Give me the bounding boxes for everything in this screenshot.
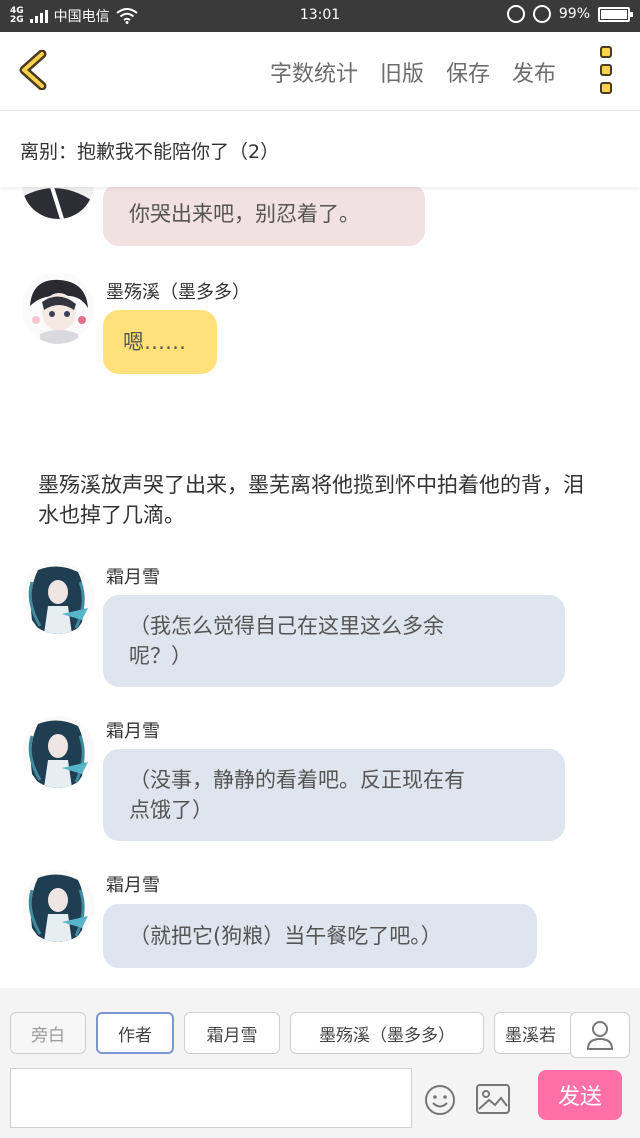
avatar[interactable]	[22, 187, 94, 219]
message-input[interactable]	[10, 1068, 412, 1128]
role-chip-moshangxi[interactable]: 墨殇溪（墨多多）	[290, 1012, 484, 1054]
role-selector: 旁白 作者 霜月雪 墨殇溪（墨多多） 墨溪若	[10, 1012, 574, 1054]
sender-name: 墨殇溪（墨多多）	[106, 282, 250, 303]
chat-area[interactable]: 你哭出来吧，别忍着了。 墨殇溪（墨多多） 嗯…… 墨殇溪放声哭了出来，墨芜离将他…	[0, 187, 640, 987]
user-icon	[586, 1021, 614, 1050]
sender-name: 霜月雪	[106, 567, 160, 588]
alarm-icon	[532, 5, 551, 23]
message-text-line: 点饿了）	[129, 798, 213, 822]
send-button[interactable]: 发送	[538, 1070, 622, 1120]
avatar[interactable]	[22, 870, 94, 942]
message-bubble[interactable]: （就把它(狗粮）当午餐吃了吧。）	[103, 904, 537, 968]
chapter-title-bar: 离别：抱歉我不能陪你了（2）	[0, 111, 640, 187]
role-chip-author[interactable]: 作者	[96, 1012, 174, 1054]
chapter-title[interactable]: 离别：抱歉我不能陪你了（2）	[20, 137, 279, 164]
role-chip-moxiruo[interactable]: 墨溪若	[494, 1012, 574, 1054]
status-bar: 4G 2G 中国电信 13:01 99%	[0, 0, 640, 32]
more-menu-icon[interactable]	[600, 46, 614, 94]
battery-percent: 99%	[558, 6, 590, 22]
battery-icon	[598, 6, 633, 22]
image-icon[interactable]	[476, 1084, 510, 1114]
publish-button[interactable]: 发布	[512, 56, 556, 88]
avatar[interactable]	[22, 716, 94, 788]
lock-rotation-icon	[506, 5, 525, 23]
header-actions: 字数统计 旧版 保存 发布	[270, 56, 556, 88]
avatar[interactable]	[22, 562, 94, 634]
save-button[interactable]: 保存	[446, 56, 490, 88]
message-bubble[interactable]: （没事，静静的看着吧。反正现在有 点饿了）	[103, 749, 565, 841]
message-text-line: 呢？）	[129, 644, 192, 668]
message-text-line: （我怎么觉得自己在这里这么多余	[129, 614, 444, 638]
message-bubble[interactable]: 你哭出来吧，别忍着了。	[103, 187, 425, 246]
message-bubble[interactable]: （我怎么觉得自己在这里这么多余 呢？）	[103, 595, 565, 687]
role-chip-shuangyuexue[interactable]: 霜月雪	[184, 1012, 280, 1054]
old-version-button[interactable]: 旧版	[380, 56, 424, 88]
narration-text[interactable]: 墨殇溪放声哭了出来，墨芜离将他揽到怀中拍着他的背，泪水也掉了几滴。	[38, 470, 598, 530]
back-arrow-icon[interactable]	[14, 50, 54, 90]
message-text: 你哭出来吧，别忍着了。	[129, 202, 360, 226]
avatar[interactable]	[22, 272, 94, 344]
message-bubble[interactable]: 嗯……	[103, 310, 217, 374]
message-text-line: （没事，静静的看着吧。反正现在有	[129, 768, 465, 792]
sender-name: 霜月雪	[106, 721, 160, 742]
message-text: （就把它(狗粮）当午餐吃了吧。）	[129, 924, 442, 948]
editor-header: 字数统计 旧版 保存 发布	[0, 32, 640, 111]
sender-name: 霜月雪	[106, 875, 160, 896]
emoji-icon[interactable]	[424, 1084, 456, 1116]
message-text: 嗯……	[123, 330, 186, 354]
role-chip-narrator[interactable]: 旁白	[10, 1012, 86, 1054]
status-right: 99%	[506, 5, 633, 23]
word-count-button[interactable]: 字数统计	[270, 56, 358, 88]
add-role-button[interactable]	[570, 1012, 630, 1058]
composer: 旁白 作者 霜月雪 墨殇溪（墨多多） 墨溪若 发送	[0, 988, 640, 1138]
